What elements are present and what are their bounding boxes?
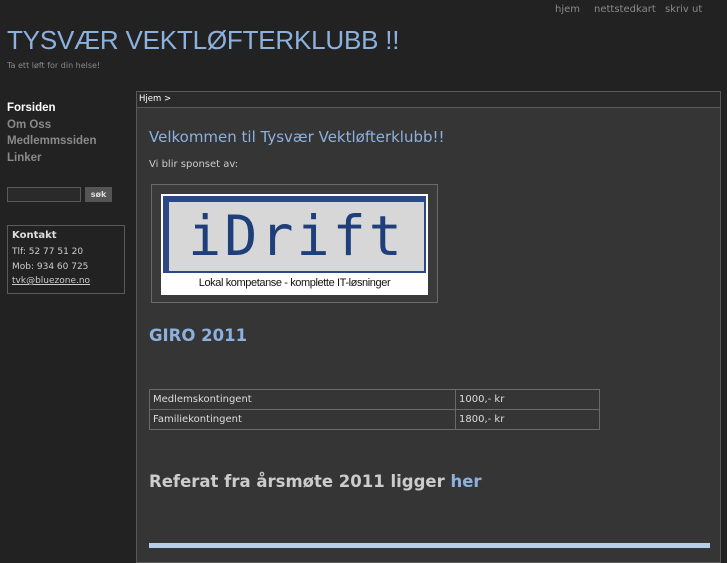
main-content: Hjem > Velkommen til Tysvær Vektløfterkl… — [136, 91, 721, 563]
search-input[interactable] — [7, 187, 81, 202]
sponsor-logo-frame: iDrift Lokal kompetanse - komplette IT-l… — [151, 184, 438, 303]
contact-mobile: Mob: 934 60 725 — [12, 262, 89, 272]
table-row: Medlemskontingent 1000,- kr — [149, 389, 600, 410]
welcome-heading: Velkommen til Tysvær Vektløfterklubb!! — [149, 128, 445, 146]
contact-box: Kontakt Tlf: 52 77 51 20 Mob: 934 60 725… — [7, 225, 125, 294]
breadcrumb-home[interactable]: Hjem > — [139, 94, 171, 104]
sidebar: Forsiden Om Oss Medlemmssiden Linker søk… — [0, 90, 136, 545]
search-button[interactable]: søk — [85, 187, 112, 202]
sponsor-logo-slogan: Lokal kompetanse - komplette IT-løsninge… — [198, 277, 391, 289]
breadcrumb: Hjem > — [137, 92, 720, 108]
contact-phone: Tlf: 52 77 51 20 — [12, 247, 84, 257]
fee-amount: 1000,- kr — [455, 389, 600, 410]
fee-label: Familiekontingent — [149, 409, 456, 430]
table-row: Familiekontingent 1800,- kr — [149, 409, 600, 430]
menu-item-om-oss[interactable]: Om Oss — [7, 117, 96, 134]
top-nav-print-link[interactable]: skriv ut — [665, 4, 702, 15]
sponsor-logo-word: iDrift — [188, 204, 405, 268]
referat-label: Referat fra årsmøte 2011 ligger — [149, 472, 451, 491]
site-title[interactable]: TYSVÆR VEKTLØFTERKLUBB !! — [7, 25, 400, 56]
fee-amount: 1800,- kr — [455, 409, 600, 430]
menu-item-forsiden[interactable]: Forsiden — [7, 100, 96, 117]
divider-bar — [149, 543, 710, 548]
referat-link[interactable]: her — [450, 472, 481, 491]
menu-item-medlemmssiden[interactable]: Medlemmssiden — [7, 133, 96, 150]
fee-table: Medlemskontingent 1000,- kr Familiekonti… — [149, 389, 600, 430]
giro-heading: GIRO 2011 — [149, 326, 248, 345]
top-nav-home-link[interactable]: hjem — [555, 4, 580, 15]
main-menu: Forsiden Om Oss Medlemmssiden Linker — [7, 100, 96, 166]
menu-item-linker[interactable]: Linker — [7, 150, 96, 167]
sponsor-text: Vi blir sponset av: — [149, 159, 239, 170]
referat-text: Referat fra årsmøte 2011 ligger her — [149, 472, 482, 491]
top-nav-sitemap-link[interactable]: nettstedkart — [594, 4, 656, 15]
fee-label: Medlemskontingent — [149, 389, 456, 410]
contact-email-link[interactable]: tvk@bluezone.no — [12, 276, 90, 286]
sponsor-logo[interactable]: iDrift Lokal kompetanse - komplette IT-l… — [161, 194, 428, 295]
site-tagline: Ta ett løft for din helse! — [7, 61, 101, 70]
contact-title: Kontakt — [12, 230, 57, 241]
